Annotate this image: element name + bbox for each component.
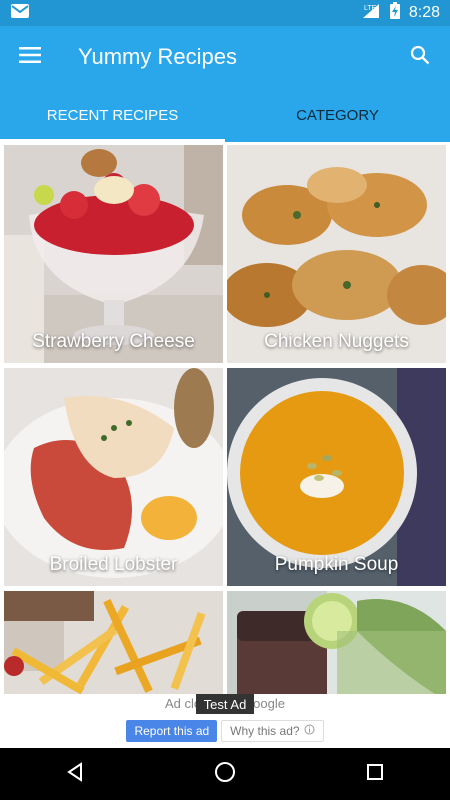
recipe-image [227,591,446,694]
recipe-title: Broiled Lobster [49,554,178,575]
status-time: 8:28 [408,4,440,21]
tab-label: RECENT RECIPES [46,106,179,124]
report-ad-button[interactable]: Report this ad [126,720,218,742]
back-button[interactable] [45,748,105,800]
recipe-card[interactable]: Strawberry Cheese [4,145,223,363]
why-this-ad-button[interactable]: Why this ad? [221,720,324,742]
home-button[interactable] [195,748,255,800]
hamburger-menu-icon [19,46,41,68]
system-nav-bar [0,748,450,800]
test-ad-label: Test Ad [196,694,254,714]
recipe-card[interactable] [227,591,446,694]
recipe-grid: Strawberry Cheese Chicken Nuggets Broile… [0,142,450,694]
ad-banner: Ad closed by Google Test Ad Report this … [0,694,450,748]
battery-charging-icon [389,1,401,25]
tab-label: CATEGORY [296,106,379,124]
home-icon [214,761,236,788]
search-icon [410,45,430,70]
recipe-title: Pumpkin Soup [274,554,399,575]
signal-icon: LTE [361,2,381,25]
back-icon [65,761,85,787]
tab-bar: RECENT RECIPES CATEGORY [0,88,450,142]
recents-icon [366,763,384,786]
recipe-card[interactable]: Chicken Nuggets [227,145,446,363]
recipe-title: Strawberry Cheese [32,331,195,352]
recipe-image [4,591,223,694]
info-icon [304,724,315,738]
tab-category[interactable]: CATEGORY [225,88,450,142]
recents-button[interactable] [345,748,405,800]
search-button[interactable] [390,26,450,88]
app-title: Yummy Recipes [78,44,237,69]
network-label: LTE [364,5,377,12]
recipe-card[interactable] [4,591,223,694]
recipe-title: Chicken Nuggets [264,331,409,352]
why-this-ad-label: Why this ad? [230,724,300,738]
ad-actions: Report this ad Why this ad? [0,720,450,742]
menu-button[interactable] [0,26,60,88]
app-bar: Yummy Recipes [0,26,450,88]
recipe-card[interactable]: Pumpkin Soup [227,368,446,586]
gmail-icon [10,3,30,24]
recipe-card[interactable]: Broiled Lobster [4,368,223,586]
status-bar: LTE 8:28 [0,0,450,26]
tab-recent-recipes[interactable]: RECENT RECIPES [0,88,225,142]
